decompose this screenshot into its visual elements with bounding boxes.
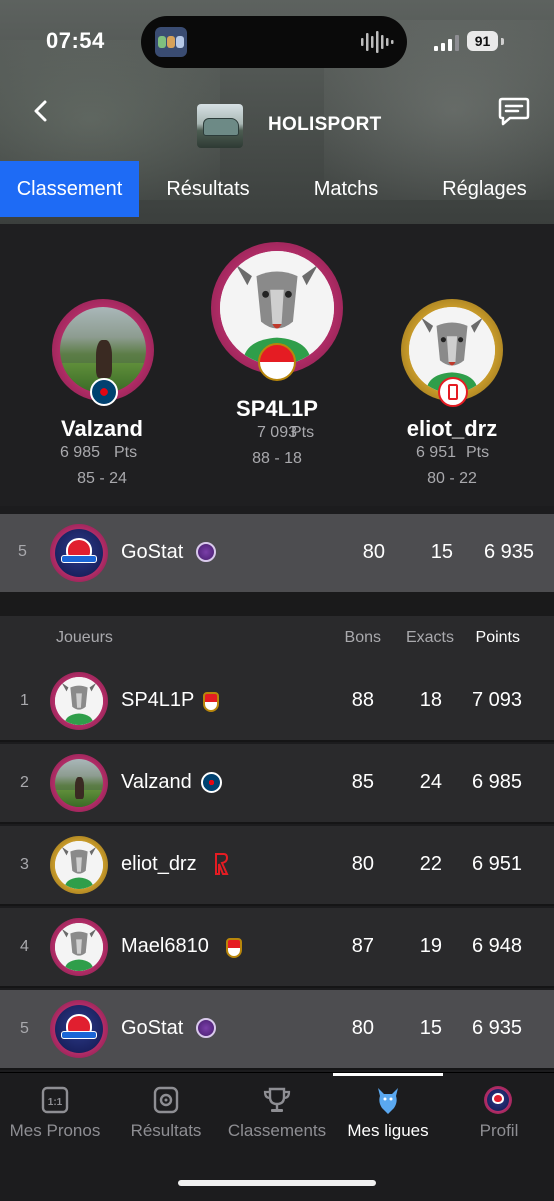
- reims-badge-icon: [438, 377, 468, 407]
- goat-avatar-icon: [55, 923, 103, 971]
- podium-third-record: 80 - 22: [427, 470, 477, 487]
- podium-second-avatar[interactable]: [52, 299, 154, 406]
- row-name: SP4L1P: [121, 689, 195, 711]
- goat-icon: [378, 1088, 398, 1114]
- whistle-icon: [153, 1086, 179, 1114]
- battery-icon: 91: [467, 31, 504, 53]
- podium-third-pts-unit: Pts: [466, 444, 490, 461]
- status-time: 07:54: [46, 28, 105, 53]
- profile-avatar-icon: [484, 1086, 512, 1114]
- row-avatar: [50, 918, 108, 976]
- row-bons: 85: [351, 771, 374, 793]
- nav-label-mes-ligues: Mes ligues: [347, 1121, 429, 1140]
- goat-avatar-icon: [55, 841, 103, 889]
- row-rank: 2: [20, 774, 29, 791]
- my-bons: 80: [362, 541, 385, 563]
- podium-first-record: 88 - 18: [252, 450, 302, 467]
- toulouse-badge-icon: [196, 542, 216, 562]
- header-bons: Bons: [344, 629, 381, 646]
- row-avatar: [50, 672, 108, 730]
- psg-badge-icon: [201, 772, 222, 793]
- podium-second-pts-unit: Pts: [114, 444, 138, 461]
- back-button[interactable]: [26, 96, 56, 126]
- toulouse-badge-icon: [196, 1018, 216, 1038]
- header-players: Joueurs: [56, 629, 113, 646]
- trophy-icon: [263, 1087, 291, 1112]
- row-exacts: 19: [419, 935, 442, 957]
- my-name: GoStat: [121, 541, 184, 563]
- one-one-box-icon: 1:1: [41, 1086, 69, 1114]
- tab-resultats[interactable]: Résultats: [139, 161, 277, 217]
- row-exacts: 15: [419, 1017, 442, 1039]
- section-divider: [0, 592, 554, 616]
- my-exacts: 15: [430, 541, 453, 563]
- podium-second-points: 6 985: [59, 444, 100, 461]
- nav-label-mes-pronos: Mes Pronos: [9, 1121, 101, 1140]
- home-indicator[interactable]: [178, 1180, 376, 1186]
- row-avatar: [50, 836, 108, 894]
- active-tab-indicator: [333, 1073, 443, 1076]
- cellular-signal-icon: [434, 35, 459, 51]
- chevron-left-icon: [34, 100, 47, 122]
- my-rank: 5: [18, 543, 27, 560]
- tab-reglages[interactable]: Réglages: [415, 161, 554, 217]
- chat-button[interactable]: [498, 96, 530, 126]
- row-points: 6 948: [471, 935, 522, 957]
- row-exacts: 22: [419, 853, 442, 875]
- tab-classement[interactable]: Classement: [0, 161, 139, 217]
- podium-first-name: SP4L1P: [236, 396, 318, 421]
- row-points: 7 093: [471, 689, 522, 711]
- row-name: Mael6810: [121, 935, 209, 957]
- league-image: [197, 104, 243, 148]
- goat-avatar-icon: [55, 677, 103, 725]
- header-exacts: Exacts: [405, 629, 454, 646]
- row-points: 6 951: [471, 853, 522, 875]
- monaco-badge-icon: [203, 692, 219, 712]
- row-exacts: 18: [419, 689, 442, 711]
- nav-label-classements: Classements: [227, 1121, 327, 1140]
- row-avatar: [50, 1000, 108, 1058]
- podium-first-avatar[interactable]: [211, 242, 343, 381]
- row-name: GoStat: [121, 1017, 184, 1039]
- nav-label-profil: Profil: [479, 1121, 519, 1140]
- row-rank: 4: [20, 938, 29, 955]
- podium-third-points: 6 951: [415, 444, 456, 461]
- row-bons: 80: [351, 853, 374, 875]
- audio-wave-icon: [361, 31, 394, 53]
- row-rank: 5: [20, 1020, 29, 1037]
- row-rank: 3: [20, 856, 29, 873]
- row-points: 6 935: [471, 1017, 522, 1039]
- nav-label-resultats: Résultats: [130, 1121, 202, 1140]
- podium-third-avatar[interactable]: [401, 299, 503, 407]
- row-bons: 87: [351, 935, 374, 957]
- monaco-badge-icon: [226, 938, 242, 958]
- row-bons: 80: [351, 1017, 374, 1039]
- podium-second-record: 85 - 24: [77, 470, 127, 487]
- chat-bubble-icon: [498, 97, 530, 126]
- monaco-badge-icon: [258, 343, 296, 381]
- reims-badge-icon: [213, 852, 229, 876]
- row-name: Valzand: [121, 771, 192, 793]
- row-name: eliot_drz: [121, 853, 197, 875]
- battery-level: 91: [467, 31, 498, 51]
- row-avatar: [50, 754, 108, 812]
- svg-text:1:1: 1:1: [48, 1097, 63, 1108]
- tab-matchs[interactable]: Matchs: [277, 161, 415, 217]
- podium-first-points: 7 093: [256, 424, 297, 441]
- now-playing-artwork-icon: [155, 27, 187, 57]
- my-avatar: [50, 524, 108, 582]
- my-points: 6 935: [483, 541, 534, 563]
- row-exacts: 24: [419, 771, 442, 793]
- row-points: 6 985: [471, 771, 522, 793]
- header-points: Points: [475, 629, 520, 646]
- league-title: HOLISPORT: [268, 114, 382, 135]
- row-bons: 88: [351, 689, 374, 711]
- psg-badge-icon: [90, 378, 118, 406]
- podium-third-name: eliot_drz: [406, 416, 498, 441]
- row-rank: 1: [20, 692, 29, 709]
- podium-second-name: Valzand: [61, 416, 143, 441]
- podium-first-pts-unit: Pts: [291, 424, 315, 441]
